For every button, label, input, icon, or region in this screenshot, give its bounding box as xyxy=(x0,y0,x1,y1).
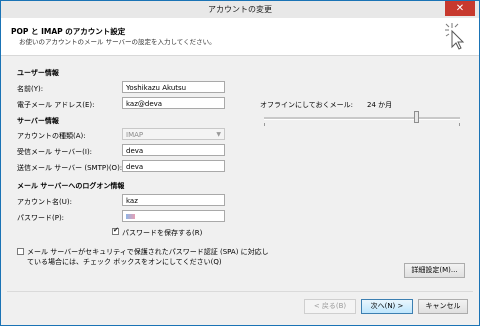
checkmark-icon: ✔ xyxy=(113,226,119,234)
close-button[interactable]: ✕ xyxy=(445,1,475,16)
window-title: アカウントの変更 xyxy=(208,5,272,14)
user-info-heading: ユーザー情報 xyxy=(17,69,59,77)
account-name-label: アカウント名(U): xyxy=(17,198,72,206)
spa-checkbox[interactable] xyxy=(17,248,24,255)
offline-slider-track[interactable] xyxy=(264,117,460,120)
logon-info-heading: メール サーバーへのログオン情報 xyxy=(17,182,125,190)
save-password-label: パスワードを保存する(R) xyxy=(122,229,203,237)
name-input[interactable]: Yoshikazu Akutsu xyxy=(122,81,225,93)
incoming-server-input[interactable]: deva xyxy=(122,144,225,156)
more-settings-button[interactable]: 詳細設定(M)... xyxy=(404,263,465,278)
account-type-label: アカウントの種類(A): xyxy=(17,132,86,140)
spa-label-line2: ている場合には、チェック ボックスをオンにしてください(Q) xyxy=(27,258,222,266)
offline-mail-label: オフラインにしておくメール: xyxy=(260,101,353,109)
page-subtitle: お使いのアカウントのメール サーバーの設定を入力してください。 xyxy=(19,38,216,46)
back-button[interactable]: < 戻る(B) xyxy=(304,299,356,314)
account-settings-dialog: アカウントの変更 ✕ POP と IMAP のアカウント設定 お使いのアカウント… xyxy=(0,0,480,326)
cursor-click-icon xyxy=(445,23,465,50)
slider-tick xyxy=(459,123,460,126)
cancel-button[interactable]: キャンセル xyxy=(418,299,468,314)
account-name-input[interactable]: kaz xyxy=(122,194,225,206)
name-label: 名前(Y): xyxy=(17,85,44,93)
password-input[interactable] xyxy=(122,210,225,222)
chevron-down-icon: ▼ xyxy=(216,131,221,138)
email-label: 電子メール アドレス(E): xyxy=(17,101,95,109)
password-mask xyxy=(126,214,135,219)
offline-mail-value: 24 か月 xyxy=(367,101,393,109)
email-input[interactable]: kaz@deva xyxy=(122,97,225,109)
account-type-select: IMAP ▼ xyxy=(122,128,225,140)
save-password-checkbox[interactable]: ✔ xyxy=(112,226,119,235)
next-button[interactable]: 次へ(N) > xyxy=(361,299,413,314)
offline-slider-thumb[interactable] xyxy=(414,111,419,123)
slider-tick xyxy=(264,123,265,126)
footer-divider xyxy=(7,291,473,292)
outgoing-server-input[interactable]: deva xyxy=(122,160,225,172)
header-panel: POP と IMAP のアカウント設定 お使いのアカウントのメール サーバーの設… xyxy=(1,18,479,56)
password-label: パスワード(P): xyxy=(17,214,65,222)
server-info-heading: サーバー情報 xyxy=(17,117,59,125)
title-bar: アカウントの変更 ✕ xyxy=(1,1,479,18)
spa-label-line1: メール サーバーがセキュリティで保護されたパスワード認証 (SPA) に対応し xyxy=(27,248,269,256)
incoming-server-label: 受信メール サーバー(I): xyxy=(17,148,93,156)
account-type-value: IMAP xyxy=(126,131,144,139)
outgoing-server-label: 送信メール サーバー (SMTP)(O): xyxy=(17,164,123,172)
